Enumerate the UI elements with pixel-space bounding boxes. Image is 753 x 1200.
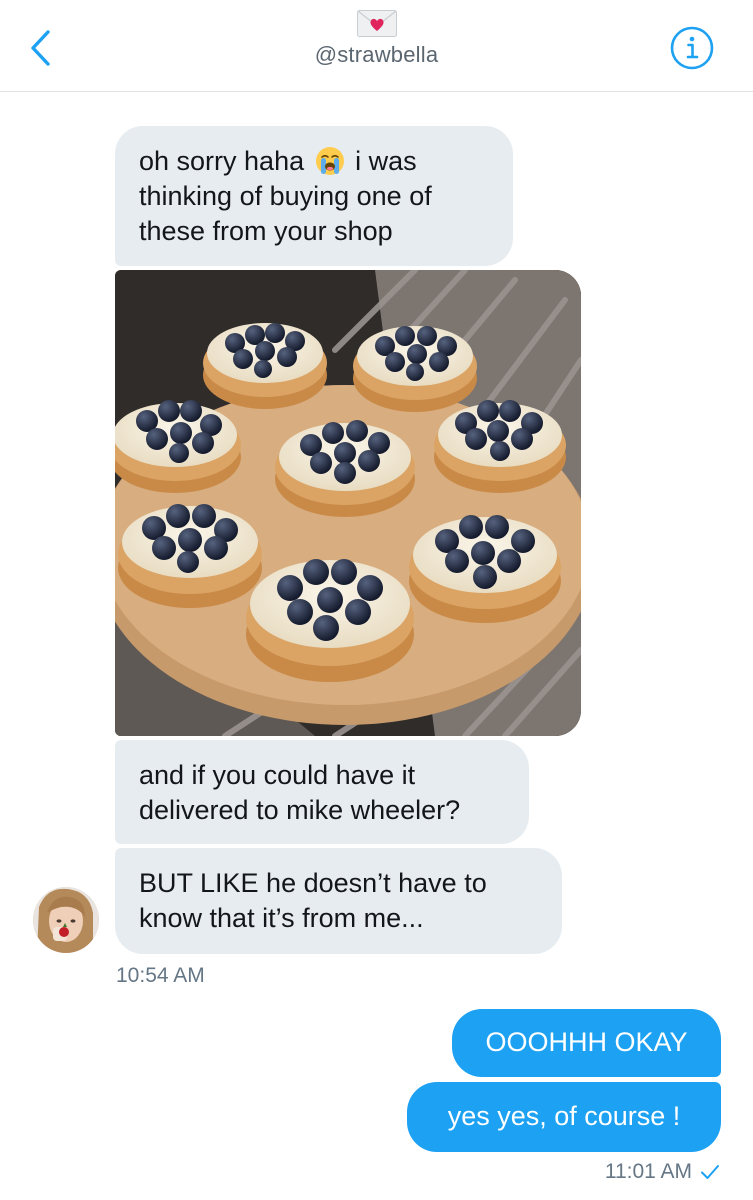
- incoming-message-bubble[interactable]: BUT LIKE he doesn’t have to know that it…: [115, 848, 562, 954]
- outgoing-timestamp-row: 11:01 AM: [605, 1160, 720, 1184]
- header-title-area[interactable]: @strawbella: [0, 10, 753, 68]
- avatar-image: [33, 887, 99, 953]
- message-text: yes yes, of course !: [447, 1101, 681, 1131]
- incoming-message-bubble[interactable]: oh sorry haha i was thinking of buying o…: [115, 126, 513, 266]
- loudly-crying-face-icon: [315, 146, 344, 175]
- message-text: and if you could have it delivered to mi…: [139, 760, 461, 825]
- message-text: OOOHHH OKAY: [485, 1027, 688, 1057]
- message-text: oh sorry haha: [139, 146, 305, 176]
- checkmark-icon: [701, 1165, 719, 1179]
- blueberry-cakes-photo[interactable]: [115, 270, 581, 736]
- avatar[interactable]: [33, 887, 99, 953]
- message-text: BUT LIKE he doesn’t have to know that it…: [139, 868, 487, 933]
- incoming-message-bubble[interactable]: and if you could have it delivered to mi…: [115, 740, 529, 844]
- outgoing-message-bubble[interactable]: yes yes, of course !: [407, 1082, 721, 1152]
- photo-image: [115, 270, 581, 736]
- incoming-timestamp: 10:54 AM: [116, 964, 205, 987]
- conversation-header: @strawbella: [0, 0, 753, 92]
- info-icon: [670, 26, 714, 70]
- outgoing-message-bubble[interactable]: OOOHHH OKAY: [452, 1009, 721, 1077]
- info-button[interactable]: [668, 24, 716, 72]
- outgoing-timestamp: 11:01 AM: [604, 1160, 692, 1183]
- love-letter-icon: [356, 10, 397, 37]
- dm-conversation-screen: @strawbella oh sorry haha i was thinking…: [0, 0, 753, 1200]
- conversation-handle: @strawbella: [314, 42, 439, 67]
